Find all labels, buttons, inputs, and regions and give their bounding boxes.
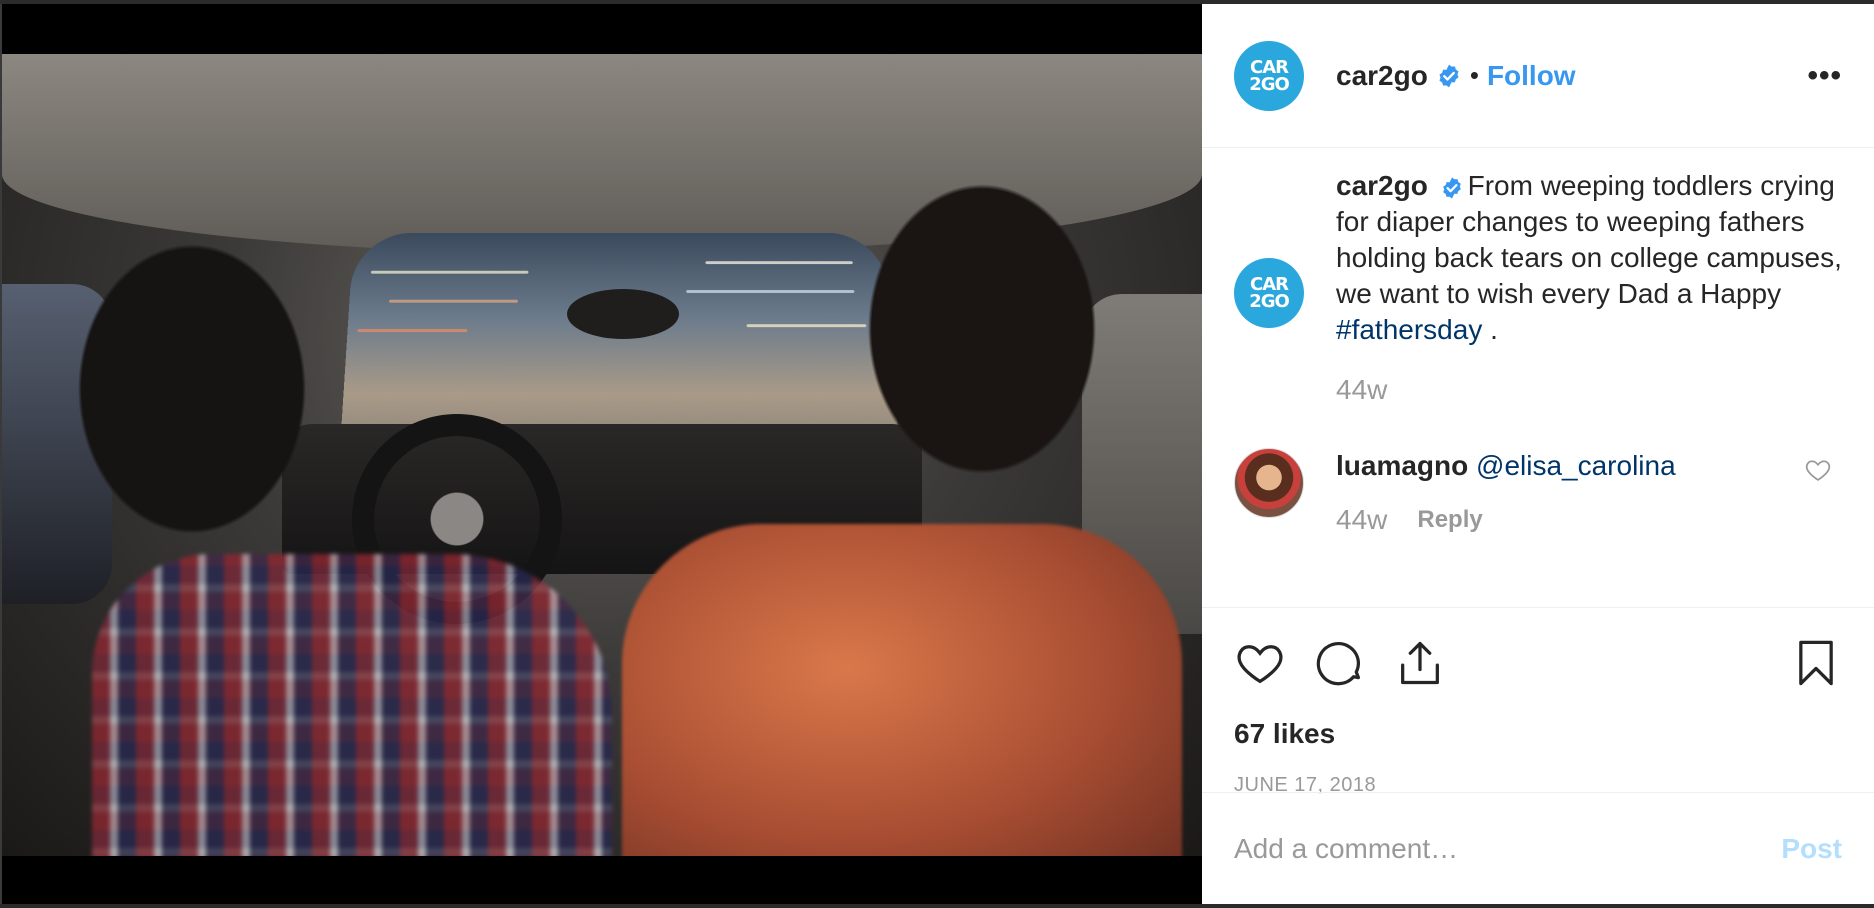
post-media[interactable] — [2, 4, 1202, 904]
account-username[interactable]: car2go — [1336, 60, 1428, 92]
comments-section: CAR 2GO car2go From weeping toddlers cry… — [1202, 148, 1874, 608]
post-header: CAR 2GO car2go • Follow ••• — [1202, 4, 1874, 148]
driver-plaid-shirt — [92, 554, 612, 856]
passenger-orange-shirt — [622, 524, 1182, 856]
post-comment-button[interactable]: Post — [1781, 833, 1842, 865]
heart-icon[interactable] — [1234, 637, 1286, 689]
avatar-text-bottom: 2GO — [1249, 73, 1290, 95]
bookmark-icon[interactable] — [1790, 637, 1842, 689]
comment-age[interactable]: 44w — [1336, 504, 1387, 536]
comment-body: luamagno @elisa_carolina 44w Reply — [1336, 448, 1844, 536]
caption-avatar[interactable]: CAR 2GO — [1234, 258, 1304, 328]
caption-age[interactable]: 44w — [1336, 374, 1844, 406]
comment-item: luamagno @elisa_carolina 44w Reply — [1234, 448, 1844, 536]
likes-count[interactable]: 67 likes — [1234, 718, 1842, 750]
follow-button[interactable]: Follow — [1487, 60, 1576, 92]
comment-icon[interactable] — [1314, 637, 1366, 689]
verified-icon — [1442, 177, 1461, 199]
post-side-panel: CAR 2GO car2go • Follow ••• CAR 2GO car2… — [1202, 4, 1874, 904]
add-comment-input[interactable] — [1234, 832, 1782, 865]
add-comment-bar: Post — [1202, 792, 1874, 904]
reply-button[interactable]: Reply — [1417, 506, 1482, 534]
comment-like-heart-icon[interactable] — [1804, 456, 1832, 484]
avatar-text-top: CAR — [1249, 56, 1289, 78]
verified-icon — [1439, 64, 1459, 87]
post-actions: 67 likes JUNE 17, 2018 — [1202, 608, 1874, 797]
rearview-mirror — [567, 289, 679, 339]
comment-text: luamagno @elisa_carolina — [1336, 448, 1844, 484]
caption-end: . — [1482, 314, 1498, 345]
share-icon[interactable] — [1394, 637, 1446, 689]
comment-mention[interactable]: @elisa_carolina — [1476, 450, 1676, 481]
commenter-avatar[interactable] — [1234, 448, 1304, 518]
header-separator: • — [1469, 60, 1479, 90]
background-strip-bottom — [0, 904, 1874, 908]
caption-body: car2go From weeping toddlers crying for … — [1336, 168, 1844, 406]
account-avatar[interactable]: CAR 2GO — [1234, 40, 1304, 111]
passenger-head — [852, 164, 1112, 494]
comment-meta: 44w Reply — [1336, 504, 1844, 536]
post-photo — [2, 54, 1202, 856]
caption-hashtag[interactable]: #fathersday — [1336, 314, 1482, 345]
driver-head — [62, 224, 322, 554]
action-icons — [1234, 628, 1842, 698]
caption-text: car2go From weeping toddlers crying for … — [1336, 168, 1844, 348]
post-caption: CAR 2GO car2go From weeping toddlers cry… — [1234, 168, 1844, 406]
comment-username[interactable]: luamagno — [1336, 450, 1468, 481]
avatar-text-bottom: 2GO — [1249, 291, 1290, 312]
more-icon[interactable]: ••• — [1807, 59, 1842, 93]
caption-username[interactable]: car2go — [1336, 170, 1428, 201]
